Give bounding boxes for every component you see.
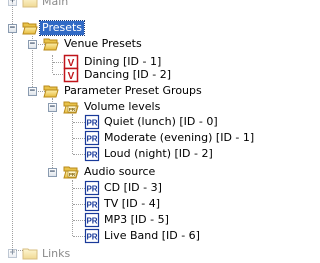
expand-plus-icon[interactable]: + <box>8 249 17 258</box>
parameter-group-folder-icon: PR <box>63 101 79 114</box>
folder-icon <box>22 0 38 8</box>
svg-text:PR: PR <box>69 172 76 177</box>
collapse-minus-icon[interactable]: − <box>28 87 37 96</box>
open-folder-icon <box>22 22 38 35</box>
tree-node-main-label: Main <box>42 0 69 8</box>
svg-text:PR: PR <box>86 119 97 128</box>
tree-node-audio-source-label: Audio source <box>84 165 156 178</box>
parameter-preset-icon: PR <box>84 196 100 212</box>
tree-node-venue-presets[interactable]: − Venue Presets <box>0 36 303 55</box>
svg-text:PR: PR <box>86 233 97 242</box>
tree-node-venue-presets-label: Venue Presets <box>64 37 142 50</box>
tree-node-links-label: Links <box>42 247 71 260</box>
tree-node-presets-label: Presets <box>38 20 86 36</box>
tree-node-cd-label: CD [ID - 3] <box>104 181 162 194</box>
folder-icon <box>22 248 38 260</box>
svg-text:PR: PR <box>86 217 97 226</box>
open-folder-icon <box>43 38 59 51</box>
parameter-preset-icon: PR <box>84 228 100 244</box>
parameter-preset-icon: PR <box>84 212 100 228</box>
tree-node-loud-night-label: Loud (night) [ID - 2] <box>104 147 213 160</box>
parameter-preset-icon: PR <box>84 130 100 146</box>
tree-node-mp3-label: MP3 [ID - 5] <box>104 213 169 226</box>
tree-node-links[interactable]: + Links <box>0 244 303 263</box>
open-folder-icon <box>43 85 59 98</box>
parameter-group-folder-icon: PR <box>63 166 79 179</box>
svg-text:PR: PR <box>86 135 97 144</box>
parameter-preset-icon: PR <box>84 180 100 196</box>
tree-node-tv-label: TV [ID - 4] <box>104 197 160 210</box>
tree-node-live-band-label: Live Band [ID - 6] <box>104 229 200 242</box>
svg-text:PR: PR <box>86 201 97 210</box>
svg-text:PR: PR <box>86 185 97 194</box>
collapse-minus-icon[interactable]: − <box>48 168 57 177</box>
svg-text:PR: PR <box>69 107 76 112</box>
tree-view[interactable]: + Main − Presets − Venue Presets V Dinin… <box>0 0 303 262</box>
tree-node-moderate-evening-label: Moderate (evening) [ID - 1] <box>104 131 255 144</box>
parameter-preset-icon: PR <box>84 114 100 130</box>
expand-plus-icon[interactable]: + <box>8 0 17 6</box>
svg-text:PR: PR <box>86 151 97 160</box>
collapse-minus-icon[interactable]: − <box>48 103 57 112</box>
tree-node-quiet-lunch-label: Quiet (lunch) [ID - 0] <box>104 115 218 128</box>
venue-preset-icon: V <box>63 67 79 83</box>
collapse-minus-icon[interactable]: − <box>8 24 17 33</box>
tree-node-dancing-label: Dancing [ID - 2] <box>84 68 171 81</box>
parameter-preset-icon: PR <box>84 146 100 162</box>
tree-node-loud-night[interactable]: PR Loud (night) [ID - 2] <box>0 146 303 165</box>
svg-text:V: V <box>68 71 75 82</box>
tree-node-volume-levels-label: Volume levels <box>84 100 161 113</box>
tree-node-parameter-preset-groups-label: Parameter Preset Groups <box>64 84 202 97</box>
tree-node-main[interactable]: + Main <box>0 0 303 11</box>
collapse-minus-icon[interactable]: − <box>28 40 37 49</box>
